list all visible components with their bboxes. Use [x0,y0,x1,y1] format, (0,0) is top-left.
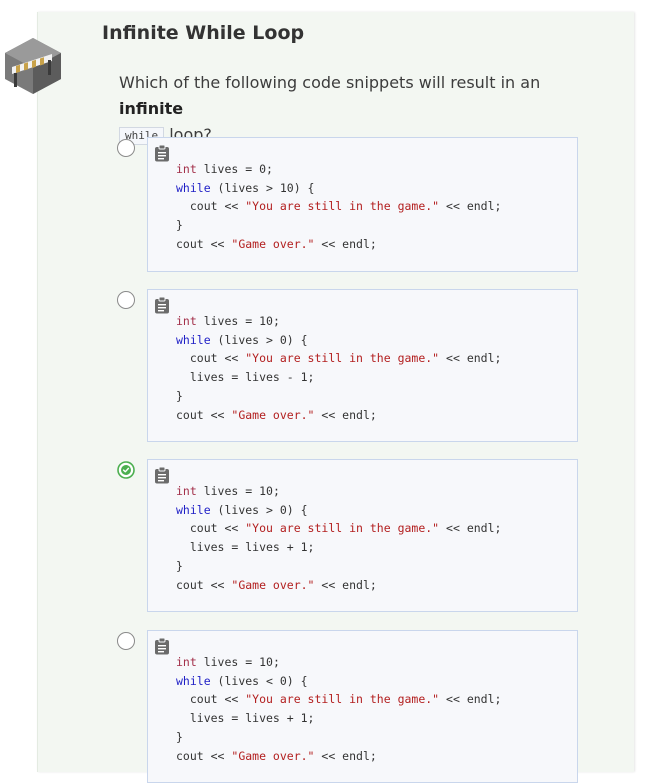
code-line: cout << "Game over." << endl; [176,577,377,592]
code-line: while (lives > 10) { [176,180,315,195]
code-snippet: int lives = 10; while (lives > 0) { cout … [147,459,578,612]
code-line: lives = lives + 1; [176,711,315,726]
code-line: int lives = 10; [176,484,280,498]
code-snippet: int lives = 10; while (lives > 0) { cout … [147,289,578,442]
clipboard-icon[interactable] [154,144,170,162]
code-line: int lives = 10; [176,314,280,328]
clipboard-icon[interactable] [154,296,170,314]
answer-radio[interactable] [117,291,135,309]
code-line: while (lives < 0) { [176,673,308,688]
code-block: int lives = 10; while (lives > 0) { cout … [176,482,501,594]
code-snippet: int lives = 10; while (lives < 0) { cout … [147,630,578,783]
code-line: } [176,218,183,233]
code-line: cout << "You are still in the game." << … [176,692,502,707]
code-line: cout << "You are still in the game." << … [176,351,502,366]
clipboard-icon[interactable] [154,637,170,655]
page-title: Infinite While Loop [102,22,305,44]
code-line: cout << "Game over." << endl; [176,407,377,422]
code-line: int lives = 0; [176,162,273,176]
code-line: cout << "Game over." << endl; [176,748,377,763]
clipboard-icon[interactable] [154,466,170,484]
code-snippet: int lives = 0; while (lives > 10) { cout … [147,137,578,272]
code-line: int lives = 10; [176,655,280,669]
code-line: lives = lives + 1; [176,540,315,555]
code-line: } [176,558,183,573]
code-line: lives = lives - 1; [176,370,315,385]
code-block: int lives = 10; while (lives > 0) { cout … [176,312,501,424]
correct-answer-radio[interactable] [117,461,135,479]
code-line: cout << "Game over." << endl; [176,236,377,251]
answer-radio[interactable] [117,139,135,157]
question-text-start: Which of the following code snippets wil… [119,73,541,92]
code-line: cout << "You are still in the game." << … [176,521,502,536]
code-block: int lives = 10; while (lives < 0) { cout … [176,653,501,765]
answer-radio[interactable] [117,632,135,650]
hurdle-icon [5,38,61,94]
code-line: } [176,729,183,744]
code-line: cout << "You are still in the game." << … [176,199,502,214]
code-line: while (lives > 0) { [176,502,308,517]
check-circle-icon [117,461,135,479]
answer-option[interactable]: int lives = 10; while (lives > 0) { cout … [117,289,579,442]
question-emphasis: infinite [119,99,184,118]
answer-option[interactable]: int lives = 0; while (lives > 10) { cout … [117,137,579,272]
code-line: while (lives > 0) { [176,332,308,347]
code-block: int lives = 0; while (lives > 10) { cout … [176,160,501,254]
answer-option[interactable]: int lives = 10; while (lives > 0) { cout … [117,459,579,612]
answer-option[interactable]: int lives = 10; while (lives < 0) { cout … [117,630,579,783]
code-line: } [176,388,183,403]
